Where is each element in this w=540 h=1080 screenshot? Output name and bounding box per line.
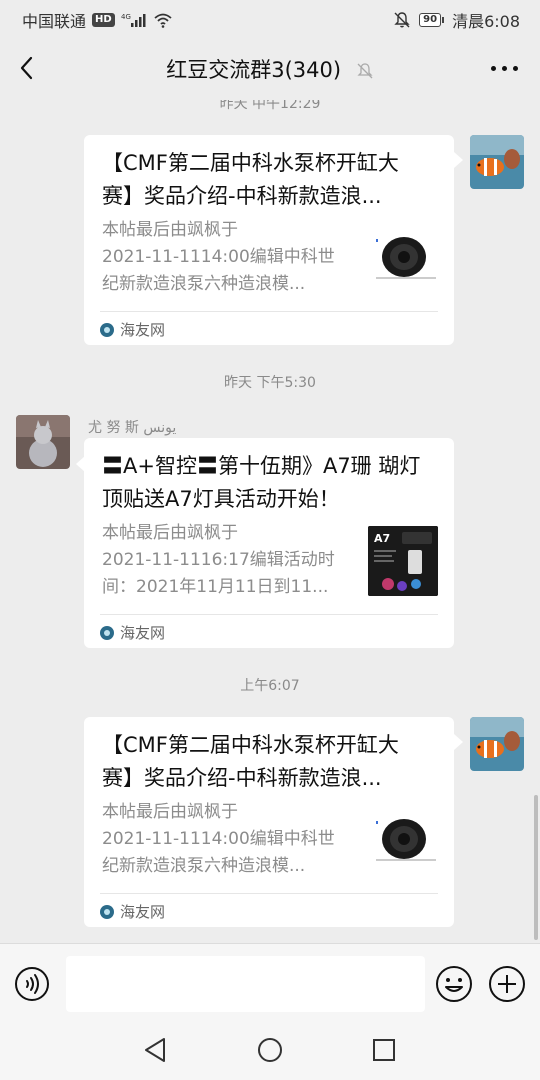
bell-off-icon bbox=[394, 12, 410, 28]
timestamp: 昨天 中午12:29 bbox=[219, 100, 321, 112]
title-bar: 红豆交流群3(340) bbox=[0, 36, 540, 100]
signal-icon: 4G bbox=[121, 13, 146, 27]
bubble-tail bbox=[454, 152, 463, 168]
bubble-tail bbox=[454, 734, 463, 750]
emoji-icon[interactable] bbox=[435, 965, 473, 1003]
card-divider bbox=[100, 893, 438, 894]
chat-area[interactable]: 昨天 中午12:29 【CMF第二届中科水泵杯开缸大 赛】奖品介绍-中科新款造浪… bbox=[0, 100, 540, 943]
square-recent-icon[interactable] bbox=[372, 1038, 396, 1062]
battery-icon: 90 bbox=[419, 13, 445, 27]
link-card-message[interactable]: 〓A+智控〓第十伍期》A7珊 瑚灯 顶贴送A7灯具活动开始！ 本帖最后由飒枫于 … bbox=[84, 438, 454, 648]
circle-home-icon[interactable] bbox=[257, 1037, 283, 1063]
battery-level: 90 bbox=[419, 13, 442, 27]
input-bar bbox=[0, 943, 540, 1026]
wave-pump-image bbox=[370, 807, 438, 875]
triangle-back-icon[interactable] bbox=[143, 1037, 167, 1063]
ellipsis-icon[interactable] bbox=[491, 66, 518, 71]
chat-title-wrap: 红豆交流群3(340) bbox=[0, 54, 540, 84]
card-divider bbox=[100, 614, 438, 615]
link-card-message[interactable]: 【CMF第二届中科水泵杯开缸大 赛】奖品介绍-中科新款造浪... 本帖最后由飒枫… bbox=[84, 135, 454, 345]
haiyou-logo-icon bbox=[100, 904, 114, 919]
thumb-a7-label: A7 bbox=[374, 532, 390, 545]
haiyou-logo-icon bbox=[100, 322, 114, 337]
voice-icon[interactable] bbox=[14, 966, 50, 1002]
wave-pump-image bbox=[370, 225, 438, 293]
sender-name: 尤 努 斯 يونس bbox=[88, 420, 177, 436]
card-title: 【CMF第二届中科水泵杯开缸大 赛】奖品介绍-中科新款造浪... bbox=[102, 733, 399, 790]
timestamp: 昨天 下午5:30 bbox=[224, 375, 316, 391]
timestamp: 上午6:07 bbox=[240, 678, 300, 694]
avatar[interactable] bbox=[16, 415, 70, 469]
chat-title: 红豆交流群3(340) bbox=[166, 58, 342, 82]
avatar[interactable] bbox=[470, 717, 524, 771]
card-divider bbox=[100, 311, 438, 312]
card-description: 本帖最后由飒枫于 2021-11-1114:00编辑中科世 纪新款造浪泵六种造浪… bbox=[102, 802, 335, 876]
card-source: 海友网 bbox=[100, 319, 165, 340]
status-left: 中国联通 HD 4G bbox=[22, 8, 173, 32]
avatar[interactable] bbox=[470, 135, 524, 189]
card-thumbnail bbox=[370, 807, 438, 875]
bell-off-icon bbox=[357, 63, 373, 79]
wifi-icon bbox=[154, 13, 172, 28]
system-nav-bar bbox=[0, 1025, 540, 1080]
plus-icon[interactable] bbox=[488, 965, 526, 1003]
card-description: 本帖最后由飒枫于 2021-11-1116:17编辑活动时 间：2021年11月… bbox=[102, 523, 335, 597]
scrollbar[interactable] bbox=[534, 795, 538, 940]
card-source: 海友网 bbox=[100, 901, 165, 922]
status-right: 90 清晨6:08 bbox=[393, 8, 520, 32]
card-description: 本帖最后由飒枫于 2021-11-1114:00编辑中科世 纪新款造浪泵六种造浪… bbox=[102, 220, 335, 294]
a7-light-image: A7 bbox=[368, 526, 438, 596]
card-thumbnail: A7 bbox=[368, 526, 438, 596]
card-source: 海友网 bbox=[100, 622, 165, 643]
hd-badge: HD bbox=[92, 13, 115, 27]
network-type-label: 4G bbox=[121, 13, 131, 21]
message-input[interactable] bbox=[66, 956, 425, 1012]
clock: 清晨6:08 bbox=[452, 12, 520, 31]
cat-avatar-image bbox=[16, 415, 70, 469]
link-card-message[interactable]: 【CMF第二届中科水泵杯开缸大 赛】奖品介绍-中科新款造浪... 本帖最后由飒枫… bbox=[84, 717, 454, 927]
status-bar: 中国联通 HD 4G 90 清晨6:08 bbox=[0, 0, 540, 36]
card-title: 【CMF第二届中科水泵杯开缸大 赛】奖品介绍-中科新款造浪... bbox=[102, 151, 399, 208]
clownfish-avatar-image bbox=[470, 135, 524, 189]
card-title: 〓A+智控〓第十伍期》A7珊 瑚灯 顶贴送A7灯具活动开始！ bbox=[102, 454, 421, 511]
carrier-label: 中国联通 bbox=[22, 12, 87, 31]
haiyou-logo-icon bbox=[100, 625, 114, 640]
card-thumbnail bbox=[370, 225, 438, 293]
clownfish-avatar-image bbox=[470, 717, 524, 771]
